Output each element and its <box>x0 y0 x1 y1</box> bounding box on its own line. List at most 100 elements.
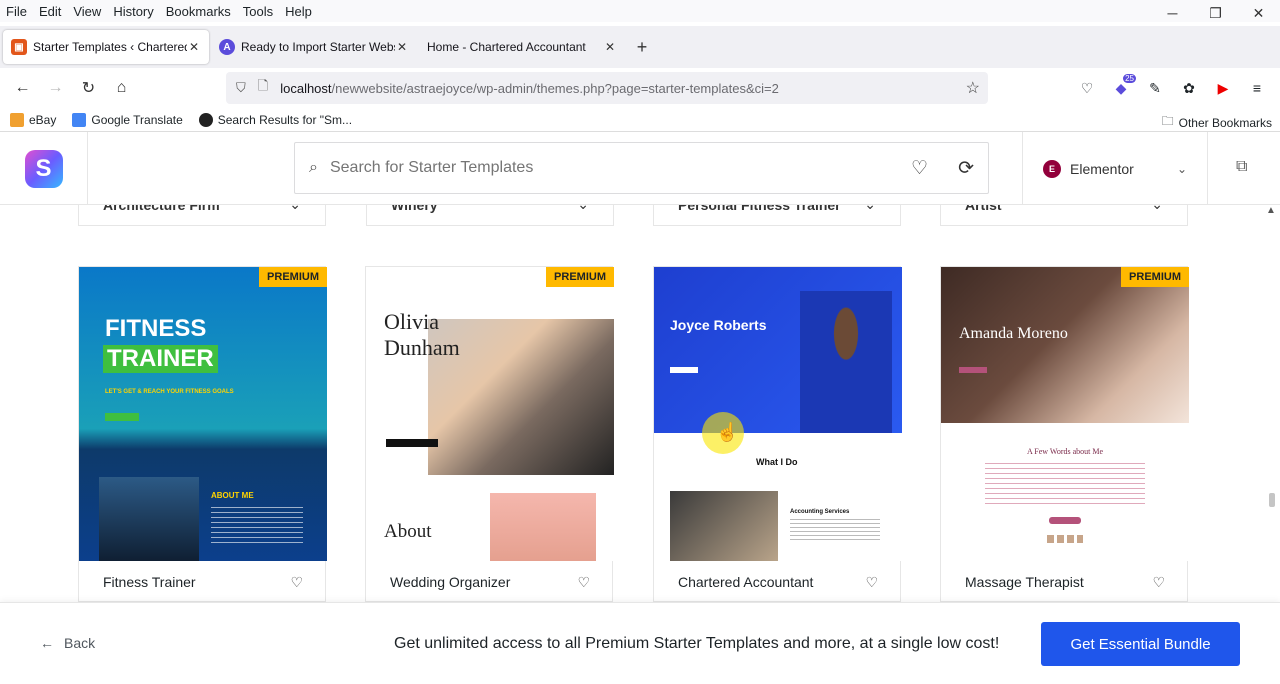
athlete-image <box>99 477 199 561</box>
forward-arrow-icon[interactable]: → <box>39 79 72 97</box>
hero-heading: Amanda Moreno <box>959 325 1068 342</box>
bookmark-google-translate[interactable]: Google Translate <box>62 112 188 127</box>
premium-badge: PREMIUM <box>1121 267 1189 287</box>
extension-icon[interactable]: ◆ 25 <box>1104 74 1138 102</box>
template-card-architecture[interactable]: Architecture Firm ⌄ <box>78 205 326 226</box>
menu-help[interactable]: Help <box>279 4 318 19</box>
bookmark-ebay[interactable]: eBay <box>0 112 62 127</box>
window-controls: ─ ❐ ✕ <box>1151 0 1280 26</box>
logo-cell: S <box>0 132 88 205</box>
card-title: Massage Therapist <box>965 574 1084 590</box>
person-image <box>800 291 892 433</box>
hero-section <box>941 267 1189 423</box>
e-icon <box>198 112 213 127</box>
eyedropper-icon[interactable]: ✎ <box>1138 74 1172 102</box>
youtube-icon[interactable]: ▶ <box>1206 74 1240 102</box>
bookmark-label: Search Results for "Sm... <box>217 112 353 127</box>
reload-icon[interactable]: ↻ <box>72 78 105 98</box>
page-icon: 🗋 <box>257 78 269 93</box>
back-arrow-icon[interactable]: ← <box>6 79 39 97</box>
page-builder-select[interactable]: E Elementor ⌄ <box>1022 132 1208 205</box>
hero-heading: TRAINER <box>103 345 218 373</box>
menu-file[interactable]: File <box>0 4 33 19</box>
desk-image <box>670 491 778 561</box>
portrait-image <box>490 493 596 561</box>
chevron-down-icon: ⌄ <box>1176 161 1187 176</box>
close-tab-icon[interactable]: ✕ <box>603 40 617 54</box>
favorite-heart-icon[interactable]: ♡ <box>290 574 303 591</box>
restore-icon[interactable]: ❐ <box>1194 0 1237 26</box>
home-icon[interactable]: ⌂ <box>105 79 138 97</box>
menu-view[interactable]: View <box>67 4 107 19</box>
arrow-left-icon: ← <box>40 635 54 651</box>
template-thumbnail[interactable]: PREMIUM FITNESS TRAINER LET'S GET & REAC… <box>79 267 327 561</box>
template-thumbnail[interactable]: PREMIUM Olivia Dunham About <box>366 267 614 561</box>
search-input[interactable] <box>329 159 912 177</box>
menu-tools[interactable]: Tools <box>237 4 279 19</box>
card-footer: Wedding Organizer ♡ <box>366 561 614 602</box>
address-bar[interactable]: ⛉ 🗋 localhost/newwebsite/astraejoyce/wp-… <box>226 72 988 104</box>
tab-starter-templates[interactable]: ▣ Starter Templates ‹ Chartered Accounta… <box>3 30 209 64</box>
template-card-wedding-organizer[interactable]: PREMIUM Olivia Dunham About Wedding Orga… <box>365 266 614 602</box>
back-label: Back <box>64 635 96 651</box>
template-thumbnail[interactable]: Joyce Roberts What I Do Accounting Servi… <box>654 267 902 561</box>
tab-home-chartered[interactable]: Home - Chartered Accountant ✕ <box>419 30 625 64</box>
back-button[interactable]: ← Back <box>40 635 95 651</box>
premium-badge: PREMIUM <box>546 267 614 287</box>
scroll-up-icon[interactable]: ▲ <box>1266 205 1276 216</box>
star-icon[interactable]: ☆ <box>966 78 980 98</box>
url-host: localhost <box>280 80 332 96</box>
get-essential-bundle-button[interactable]: Get Essential Bundle <box>1041 622 1240 666</box>
external-link-icon[interactable]: ⧉ <box>1236 158 1247 176</box>
menu-hamburger-icon[interactable]: ≡ <box>1240 74 1274 102</box>
template-card-massage-therapist[interactable]: PREMIUM Amanda Moreno A Few Words about … <box>940 266 1189 602</box>
favorite-heart-icon[interactable]: ♡ <box>865 574 878 591</box>
menu-bookmarks[interactable]: Bookmarks <box>160 4 237 19</box>
bookmark-search-results[interactable]: Search Results for "Sm... <box>189 112 358 127</box>
template-card-chartered-accountant[interactable]: Joyce Roberts What I Do Accounting Servi… <box>653 266 902 602</box>
extensions-icon[interactable]: ✿ <box>1172 74 1206 102</box>
premium-badge: PREMIUM <box>259 267 327 287</box>
chevron-down-icon: ⌄ <box>577 205 589 213</box>
starter-templates-logo-icon[interactable]: S <box>24 149 63 188</box>
template-card-personal-fitness[interactable]: Personal Fitness Trainer ⌄ <box>653 205 901 226</box>
scrollbar-thumb[interactable] <box>1269 493 1275 507</box>
menu-edit[interactable]: Edit <box>33 4 67 19</box>
close-window-icon[interactable]: ✕ <box>1237 0 1280 26</box>
card-title: Winery <box>391 205 438 213</box>
toolbar-icons: ♡ ◆ 25 ✎ ✿ ▶ ≡ <box>1070 74 1274 102</box>
hand-pointer-icon: ☝ <box>716 422 739 442</box>
bookmark-label: Other Bookmarks <box>1178 115 1272 130</box>
tab-ready-to-import[interactable]: A Ready to Import Starter Website ✕ <box>211 30 417 64</box>
bookmark-other[interactable]: 🗀 Other Bookmarks <box>1162 112 1272 133</box>
cursor-highlight: ☝ <box>702 412 744 454</box>
menu-history[interactable]: History <box>107 4 159 19</box>
page-scrollbar[interactable]: ▲ <box>1266 205 1276 602</box>
hero-cta <box>105 413 139 421</box>
favorite-heart-icon[interactable]: ♡ <box>577 574 590 591</box>
favorite-heart-icon[interactable]: ♡ <box>1152 574 1165 591</box>
template-thumbnail[interactable]: PREMIUM Amanda Moreno A Few Words about … <box>941 267 1189 561</box>
extension-badge: 25 <box>1123 74 1136 83</box>
template-card-fitness-trainer[interactable]: PREMIUM FITNESS TRAINER LET'S GET & REAC… <box>78 266 327 602</box>
close-tab-icon[interactable]: ✕ <box>187 40 201 54</box>
close-tab-icon[interactable]: ✕ <box>395 40 409 54</box>
promo-footer: ← Back Get unlimited access to all Premi… <box>0 602 1280 684</box>
tab-label: Starter Templates ‹ Chartered Accountant <box>33 40 187 54</box>
sync-icon[interactable]: ⟳ <box>958 157 974 180</box>
folder-icon: 🗀 <box>1161 114 1174 128</box>
card-title: Personal Fitness Trainer <box>678 205 841 213</box>
pocket-icon[interactable]: ♡ <box>1070 74 1104 102</box>
hero-heading: Dunham <box>384 335 460 360</box>
hero-cta <box>670 367 698 373</box>
about-text <box>985 463 1145 505</box>
about-heading: About <box>384 521 432 542</box>
shield-icon[interactable]: ⛉ <box>236 80 246 96</box>
minimize-icon[interactable]: ─ <box>1151 0 1194 26</box>
template-card-winery[interactable]: Winery ⌄ <box>366 205 614 226</box>
template-card-artist[interactable]: Artist ⌄ <box>940 205 1188 226</box>
about-heading: ABOUT ME <box>211 491 254 500</box>
favorites-heart-icon[interactable]: ♡ <box>911 157 928 180</box>
section-heading: What I Do <box>756 457 798 467</box>
new-tab-icon[interactable]: + <box>627 37 657 58</box>
